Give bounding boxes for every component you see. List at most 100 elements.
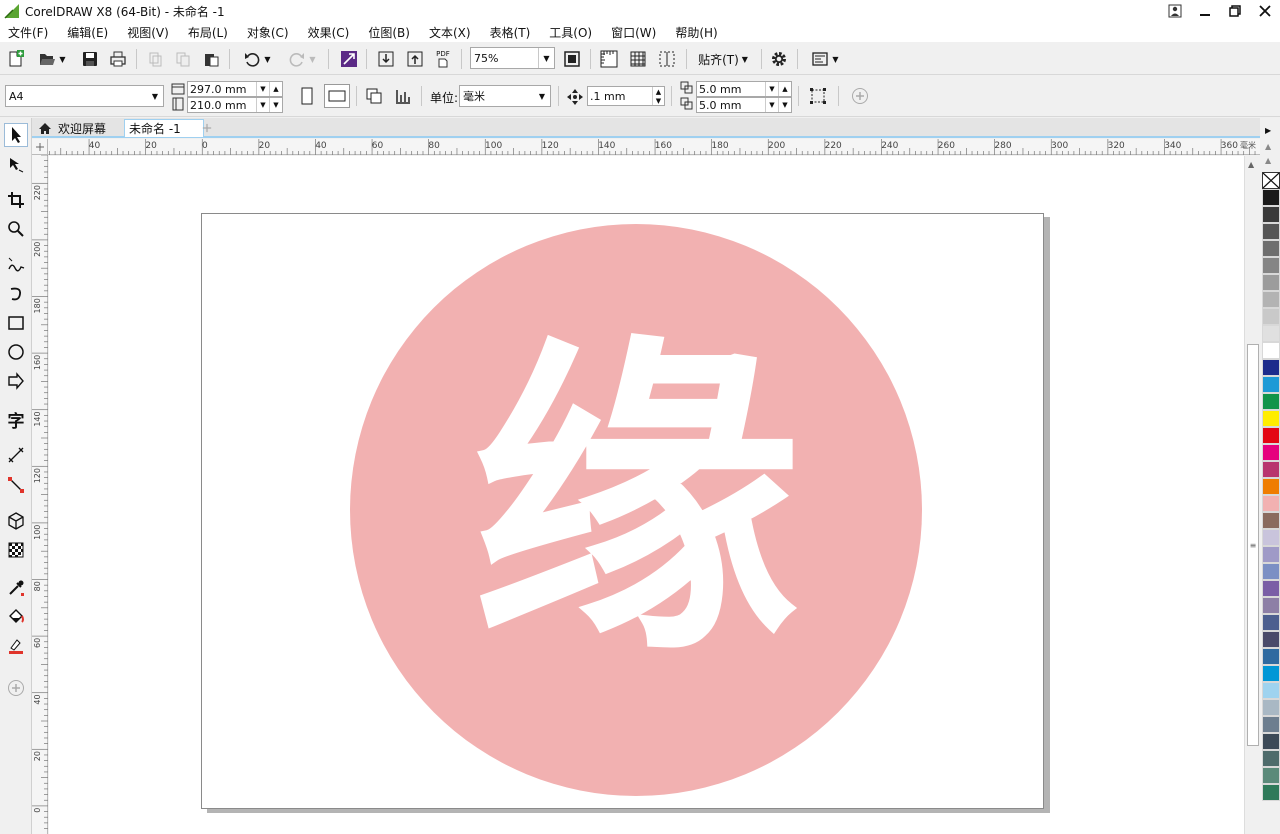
artistic-media-tool-icon[interactable] [4,282,28,306]
palette-swatch[interactable] [1262,597,1280,614]
drop-shadow-tool-icon[interactable] [4,509,28,533]
show-grid-button[interactable] [626,47,650,71]
menu-window[interactable]: 窗口(W) [611,24,656,41]
palette-swatch[interactable] [1262,325,1280,342]
dropdown-icon[interactable]: ▼ [256,98,269,112]
units-select[interactable]: 毫米 ▼ [459,85,551,107]
palette-swatch[interactable] [1262,240,1280,257]
palette-swatch[interactable] [1262,376,1280,393]
palette-swatch[interactable] [1262,699,1280,716]
restore-button[interactable] [1220,0,1250,22]
new-tab-plus-icon[interactable] [198,119,216,137]
palette-swatch[interactable] [1262,189,1280,206]
search-content-button[interactable] [337,47,361,71]
tab-welcome-screen[interactable]: 欢迎屏幕 [34,119,122,137]
page-size-select[interactable]: A4 ▼ [5,85,164,107]
palette-swatch[interactable] [1262,733,1280,750]
interactive-fill-tool-icon[interactable] [4,605,28,629]
menu-table[interactable]: 表格(T) [490,24,531,41]
add-toolbar-item-icon[interactable] [848,84,872,108]
freehand-tool-icon[interactable] [4,253,28,277]
print-button[interactable] [106,47,130,71]
menu-effects[interactable]: 效果(C) [308,24,350,41]
copy-button[interactable] [171,47,195,71]
menu-bitmaps[interactable]: 位图(B) [368,24,410,41]
eyedropper-tool-icon[interactable] [4,576,28,600]
zoom-to-page-button[interactable] [560,47,584,71]
ellipse-tool-icon[interactable] [4,340,28,364]
palette-swatch[interactable] [1262,716,1280,733]
publish-pdf-button[interactable]: PDF [431,47,455,71]
nudge-distance-input[interactable]: .1 mm ▲ ▼ [587,86,665,106]
palette-expand-icon[interactable]: ▶ [1265,126,1271,135]
palette-swatch[interactable] [1262,257,1280,274]
palette-swatch[interactable] [1262,223,1280,240]
scrollbar-thumb[interactable]: ≡ [1247,344,1259,746]
crop-tool-icon[interactable] [4,188,28,212]
palette-swatch[interactable] [1262,478,1280,495]
horizontal-ruler[interactable]: 40 20 0 20 40 60 80 100 120 140 160 180 200 220 240 260… [26,139,1260,155]
parallel-dimension-tool-icon[interactable] [4,443,28,467]
export-button[interactable] [403,47,427,71]
vertical-scrollbar[interactable]: ▲ ≡ [1244,156,1260,834]
duplicate-y-input[interactable]: 5.0 mm ▼ ▼ [696,97,792,113]
palette-swatch[interactable] [1262,410,1280,427]
transparency-tool-icon[interactable] [4,538,28,562]
page-width-input[interactable]: 297.0 mm ▼ ▲ [187,81,283,97]
palette-swatch[interactable] [1262,461,1280,478]
palette-scroll-up-icon[interactable]: ▲ [1265,142,1271,151]
palette-swatch[interactable] [1262,648,1280,665]
import-button[interactable] [374,47,398,71]
palette-swatch[interactable] [1262,580,1280,597]
document-page[interactable]: 缘 [201,213,1044,809]
vertical-ruler[interactable]: 220 200 180 160 140 120 100 80 60 40 20 0 [32,154,48,834]
palette-swatch[interactable] [1262,631,1280,648]
text-tool-icon[interactable]: 字 [4,407,28,432]
palette-swatch[interactable] [1262,512,1280,529]
zoom-tool-icon[interactable] [4,217,28,241]
undo-button[interactable]: ▼ [238,47,276,71]
spin-down-icon[interactable]: ▼ [269,98,282,112]
redo-button[interactable]: ▼ [283,47,321,71]
palette-scroll-up-icon[interactable]: ▲ [1265,156,1271,165]
menu-view[interactable]: 视图(V) [127,24,169,41]
connector-tool-icon[interactable] [4,473,28,497]
chevron-down-icon[interactable]: ▼ [147,86,163,106]
portrait-button[interactable] [295,84,319,108]
palette-swatch[interactable] [1262,359,1280,376]
menu-edit[interactable]: 编辑(E) [67,24,108,41]
dropdown-icon[interactable]: ▼ [765,82,778,96]
menu-file[interactable]: 文件(F) [8,24,48,41]
scroll-up-icon[interactable]: ▲ [1248,160,1254,169]
menu-help[interactable]: 帮助(H) [675,24,717,41]
all-pages-button[interactable] [362,84,386,108]
palette-swatch[interactable] [1262,750,1280,767]
dropdown-icon[interactable]: ▼ [256,82,269,96]
palette-swatch[interactable] [1262,665,1280,682]
landscape-button[interactable] [324,84,350,108]
options-gear-icon[interactable] [767,47,791,71]
current-page-button[interactable] [391,84,415,108]
palette-swatch[interactable] [1262,393,1280,410]
account-icon[interactable] [1160,0,1190,22]
show-rulers-button[interactable] [597,47,621,71]
palette-swatch[interactable] [1262,342,1280,359]
add-tool-icon[interactable] [4,676,28,700]
save-button[interactable] [78,47,102,71]
page-height-input[interactable]: 210.0 mm ▼ ▼ [187,97,283,113]
pick-tool-icon[interactable] [4,123,28,147]
menu-object[interactable]: 对象(C) [247,24,289,41]
rectangle-tool-icon[interactable] [4,311,28,335]
palette-swatch[interactable] [1262,767,1280,784]
palette-swatch[interactable] [1262,206,1280,223]
palette-swatch[interactable] [1262,614,1280,631]
smart-fill-tool-icon[interactable] [4,634,28,658]
open-button[interactable]: ▼ [33,47,71,71]
spin-up-icon[interactable]: ▲ [269,82,282,96]
palette-swatch[interactable] [1262,784,1280,801]
shape-tool-icon[interactable] [4,153,28,177]
snap-to-button[interactable]: 贴齐(T) ▼ [692,47,754,71]
close-button[interactable] [1250,0,1280,22]
chevron-down-icon[interactable]: ▼ [534,86,550,106]
palette-swatch[interactable] [1262,427,1280,444]
